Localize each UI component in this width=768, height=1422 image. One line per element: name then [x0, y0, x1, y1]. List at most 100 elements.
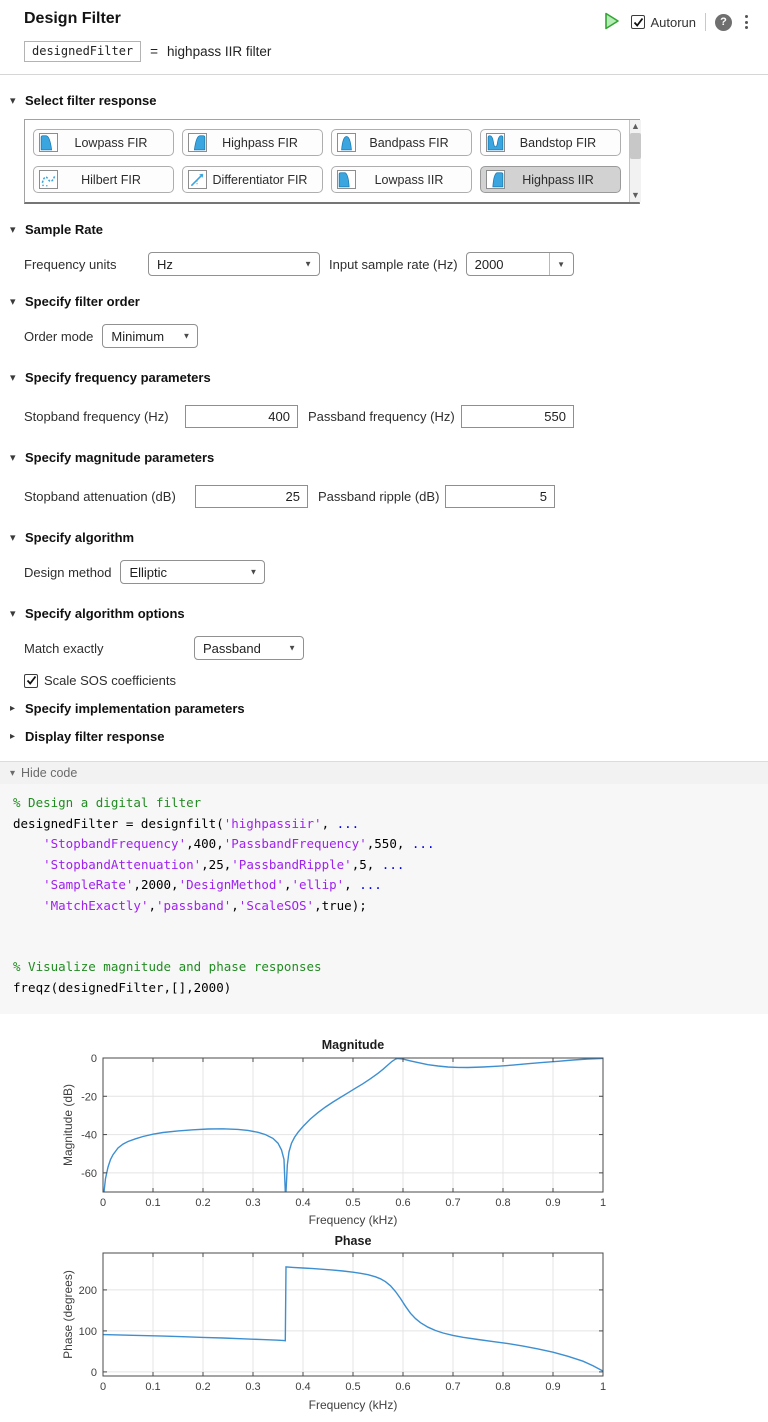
filter-button-label: Lowpass IIR	[356, 173, 466, 187]
svg-text:0: 0	[100, 1381, 106, 1393]
header-divider	[705, 13, 706, 31]
svg-text:0: 0	[100, 1197, 106, 1209]
chevron-down-icon[interactable]: ▼	[549, 253, 573, 275]
passband-frequency-label: Passband frequency (Hz)	[308, 409, 461, 424]
header-separator	[0, 74, 768, 75]
stopband-frequency-input[interactable]	[185, 405, 298, 428]
collapse-triangle-icon: ▾	[10, 451, 20, 464]
code-line: 'MatchExactly','passband','ScaleSOS',tru…	[13, 896, 768, 917]
filter-button-hilbert-fir[interactable]: Hilbert FIR	[33, 166, 174, 193]
hide-code-toggle[interactable]: ▾ Hide code	[0, 761, 768, 784]
svg-text:Phase: Phase	[335, 1234, 372, 1248]
differentiator-fir-icon	[188, 170, 207, 189]
section-display-filter-response[interactable]: ▸ Display filter response	[10, 729, 744, 744]
svg-text:0.7: 0.7	[445, 1381, 460, 1393]
svg-text:0.5: 0.5	[345, 1381, 360, 1393]
chevron-down-icon: ▼	[250, 568, 258, 577]
play-icon	[604, 12, 620, 33]
match-exactly-label: Match exactly	[24, 641, 194, 656]
kebab-menu-icon[interactable]	[741, 13, 752, 31]
scale-sos-checkbox[interactable]	[24, 674, 38, 688]
collapse-triangle-icon: ▾	[10, 94, 20, 107]
scroll-up-icon[interactable]: ▲	[631, 122, 640, 131]
filter-panel-scrollbar[interactable]: ▲ ▼	[629, 120, 641, 202]
section-implementation-parameters[interactable]: ▸ Specify implementation parameters	[10, 701, 744, 716]
filter-button-bandstop-fir[interactable]: Bandstop FIR	[480, 129, 621, 156]
svg-text:0.9: 0.9	[545, 1197, 560, 1209]
filter-button-differentiator-fir[interactable]: Differentiator FIR	[182, 166, 323, 193]
filter-summary-text: highpass IIR filter	[167, 44, 271, 59]
svg-text:0.3: 0.3	[245, 1381, 260, 1393]
input-sample-rate-combobox[interactable]: 2000 ▼	[466, 252, 574, 276]
input-sample-rate-label: Input sample rate (Hz)	[329, 257, 458, 272]
section-magnitude-parameters[interactable]: ▾ Specify magnitude parameters	[10, 450, 744, 465]
code-line: % Design a digital filter	[13, 793, 768, 814]
svg-text:0.4: 0.4	[295, 1381, 310, 1393]
design-method-dropdown[interactable]: Elliptic ▼	[120, 560, 265, 584]
section-select-filter-response[interactable]: ▾ Select filter response	[10, 93, 744, 108]
chevron-down-icon: ▼	[288, 644, 296, 653]
svg-text:0.8: 0.8	[495, 1381, 510, 1393]
section-frequency-parameters[interactable]: ▾ Specify frequency parameters	[10, 370, 744, 385]
stopband-attenuation-label: Stopband attenuation (dB)	[24, 489, 195, 504]
help-icon[interactable]: ?	[715, 14, 732, 31]
svg-text:-40: -40	[81, 1130, 97, 1142]
lowpass-fir-icon	[39, 133, 58, 152]
autorun-label: Autorun	[650, 15, 696, 30]
section-algorithm[interactable]: ▾ Specify algorithm	[10, 530, 744, 545]
figure-output: 00.10.20.30.40.50.60.70.80.91-60-40-200M…	[0, 1034, 768, 1422]
collapse-triangle-icon: ▾	[10, 223, 20, 236]
autorun-control: Autorun	[631, 15, 696, 30]
filter-button-label: Highpass IIR	[505, 173, 615, 187]
chevron-down-icon: ▼	[182, 332, 190, 341]
equals-sign: =	[150, 44, 158, 59]
hilbert-fir-icon	[39, 170, 58, 189]
run-button[interactable]	[602, 12, 622, 32]
page-title: Design Filter	[24, 10, 121, 28]
passband-frequency-input[interactable]	[461, 405, 574, 428]
filter-button-row: Lowpass FIR Highpass FIR Bandpass FIR Bands…	[33, 129, 621, 156]
svg-text:0.6: 0.6	[395, 1381, 410, 1393]
checkmark-icon	[26, 675, 37, 686]
collapse-triangle-icon: ▾	[10, 371, 20, 384]
scrollbar-thumb[interactable]	[630, 133, 641, 159]
svg-text:0.1: 0.1	[145, 1381, 160, 1393]
filter-button-lowpass-fir[interactable]: Lowpass FIR	[33, 129, 174, 156]
section-algorithm-options[interactable]: ▾ Specify algorithm options	[10, 606, 744, 621]
section-sample-rate[interactable]: ▾ Sample Rate	[10, 222, 744, 237]
code-line: 'SampleRate',2000,'DesignMethod','ellip'…	[13, 875, 768, 896]
filter-button-lowpass-iir[interactable]: Lowpass IIR	[331, 166, 472, 193]
svg-text:200: 200	[79, 1285, 97, 1297]
match-exactly-dropdown[interactable]: Passband ▼	[194, 636, 304, 660]
svg-text:0.7: 0.7	[445, 1197, 460, 1209]
collapse-triangle-icon: ▾	[10, 607, 20, 620]
section-filter-order[interactable]: ▾ Specify filter order	[10, 294, 744, 309]
passband-ripple-input[interactable]	[445, 485, 555, 508]
filter-button-bandpass-fir[interactable]: Bandpass FIR	[331, 129, 472, 156]
filter-button-label: Hilbert FIR	[58, 173, 168, 187]
generated-code-block: % Design a digital filterdesignedFilter …	[0, 784, 768, 1014]
code-line: % Visualize magnitude and phase response…	[13, 957, 768, 978]
passband-ripple-label: Passband ripple (dB)	[318, 489, 445, 504]
svg-text:0: 0	[91, 1367, 97, 1379]
code-line: designedFilter = designfilt('highpassiir…	[13, 814, 768, 835]
stopband-attenuation-input[interactable]	[195, 485, 308, 508]
filter-button-label: Differentiator FIR	[207, 173, 317, 187]
magnitude-plot: 00.10.20.30.40.50.60.70.80.91-60-40-200M…	[0, 1034, 768, 1230]
svg-text:0.8: 0.8	[495, 1197, 510, 1209]
filter-button-highpass-fir[interactable]: Highpass FIR	[182, 129, 323, 156]
order-mode-dropdown[interactable]: Minimum ▼	[102, 324, 198, 348]
frequency-units-dropdown[interactable]: Hz ▼	[148, 252, 320, 276]
autorun-checkbox[interactable]	[631, 15, 645, 29]
svg-text:0.6: 0.6	[395, 1197, 410, 1209]
checkmark-icon	[633, 17, 644, 28]
collapse-triangle-icon: ▾	[10, 768, 15, 779]
scroll-down-icon[interactable]: ▼	[631, 191, 640, 200]
filter-button-label: Bandpass FIR	[356, 136, 466, 150]
filter-button-highpass-iir[interactable]: Highpass IIR	[480, 166, 621, 193]
svg-text:Magnitude (dB): Magnitude (dB)	[61, 1084, 75, 1166]
filter-response-panel: Lowpass FIR Highpass FIR Bandpass FIR Bands…	[24, 119, 640, 204]
svg-text:1: 1	[600, 1197, 606, 1209]
output-variable-field[interactable]: designedFilter	[24, 41, 141, 62]
phase-plot: 00.10.20.30.40.50.60.70.80.910100200Phas…	[0, 1233, 768, 1419]
